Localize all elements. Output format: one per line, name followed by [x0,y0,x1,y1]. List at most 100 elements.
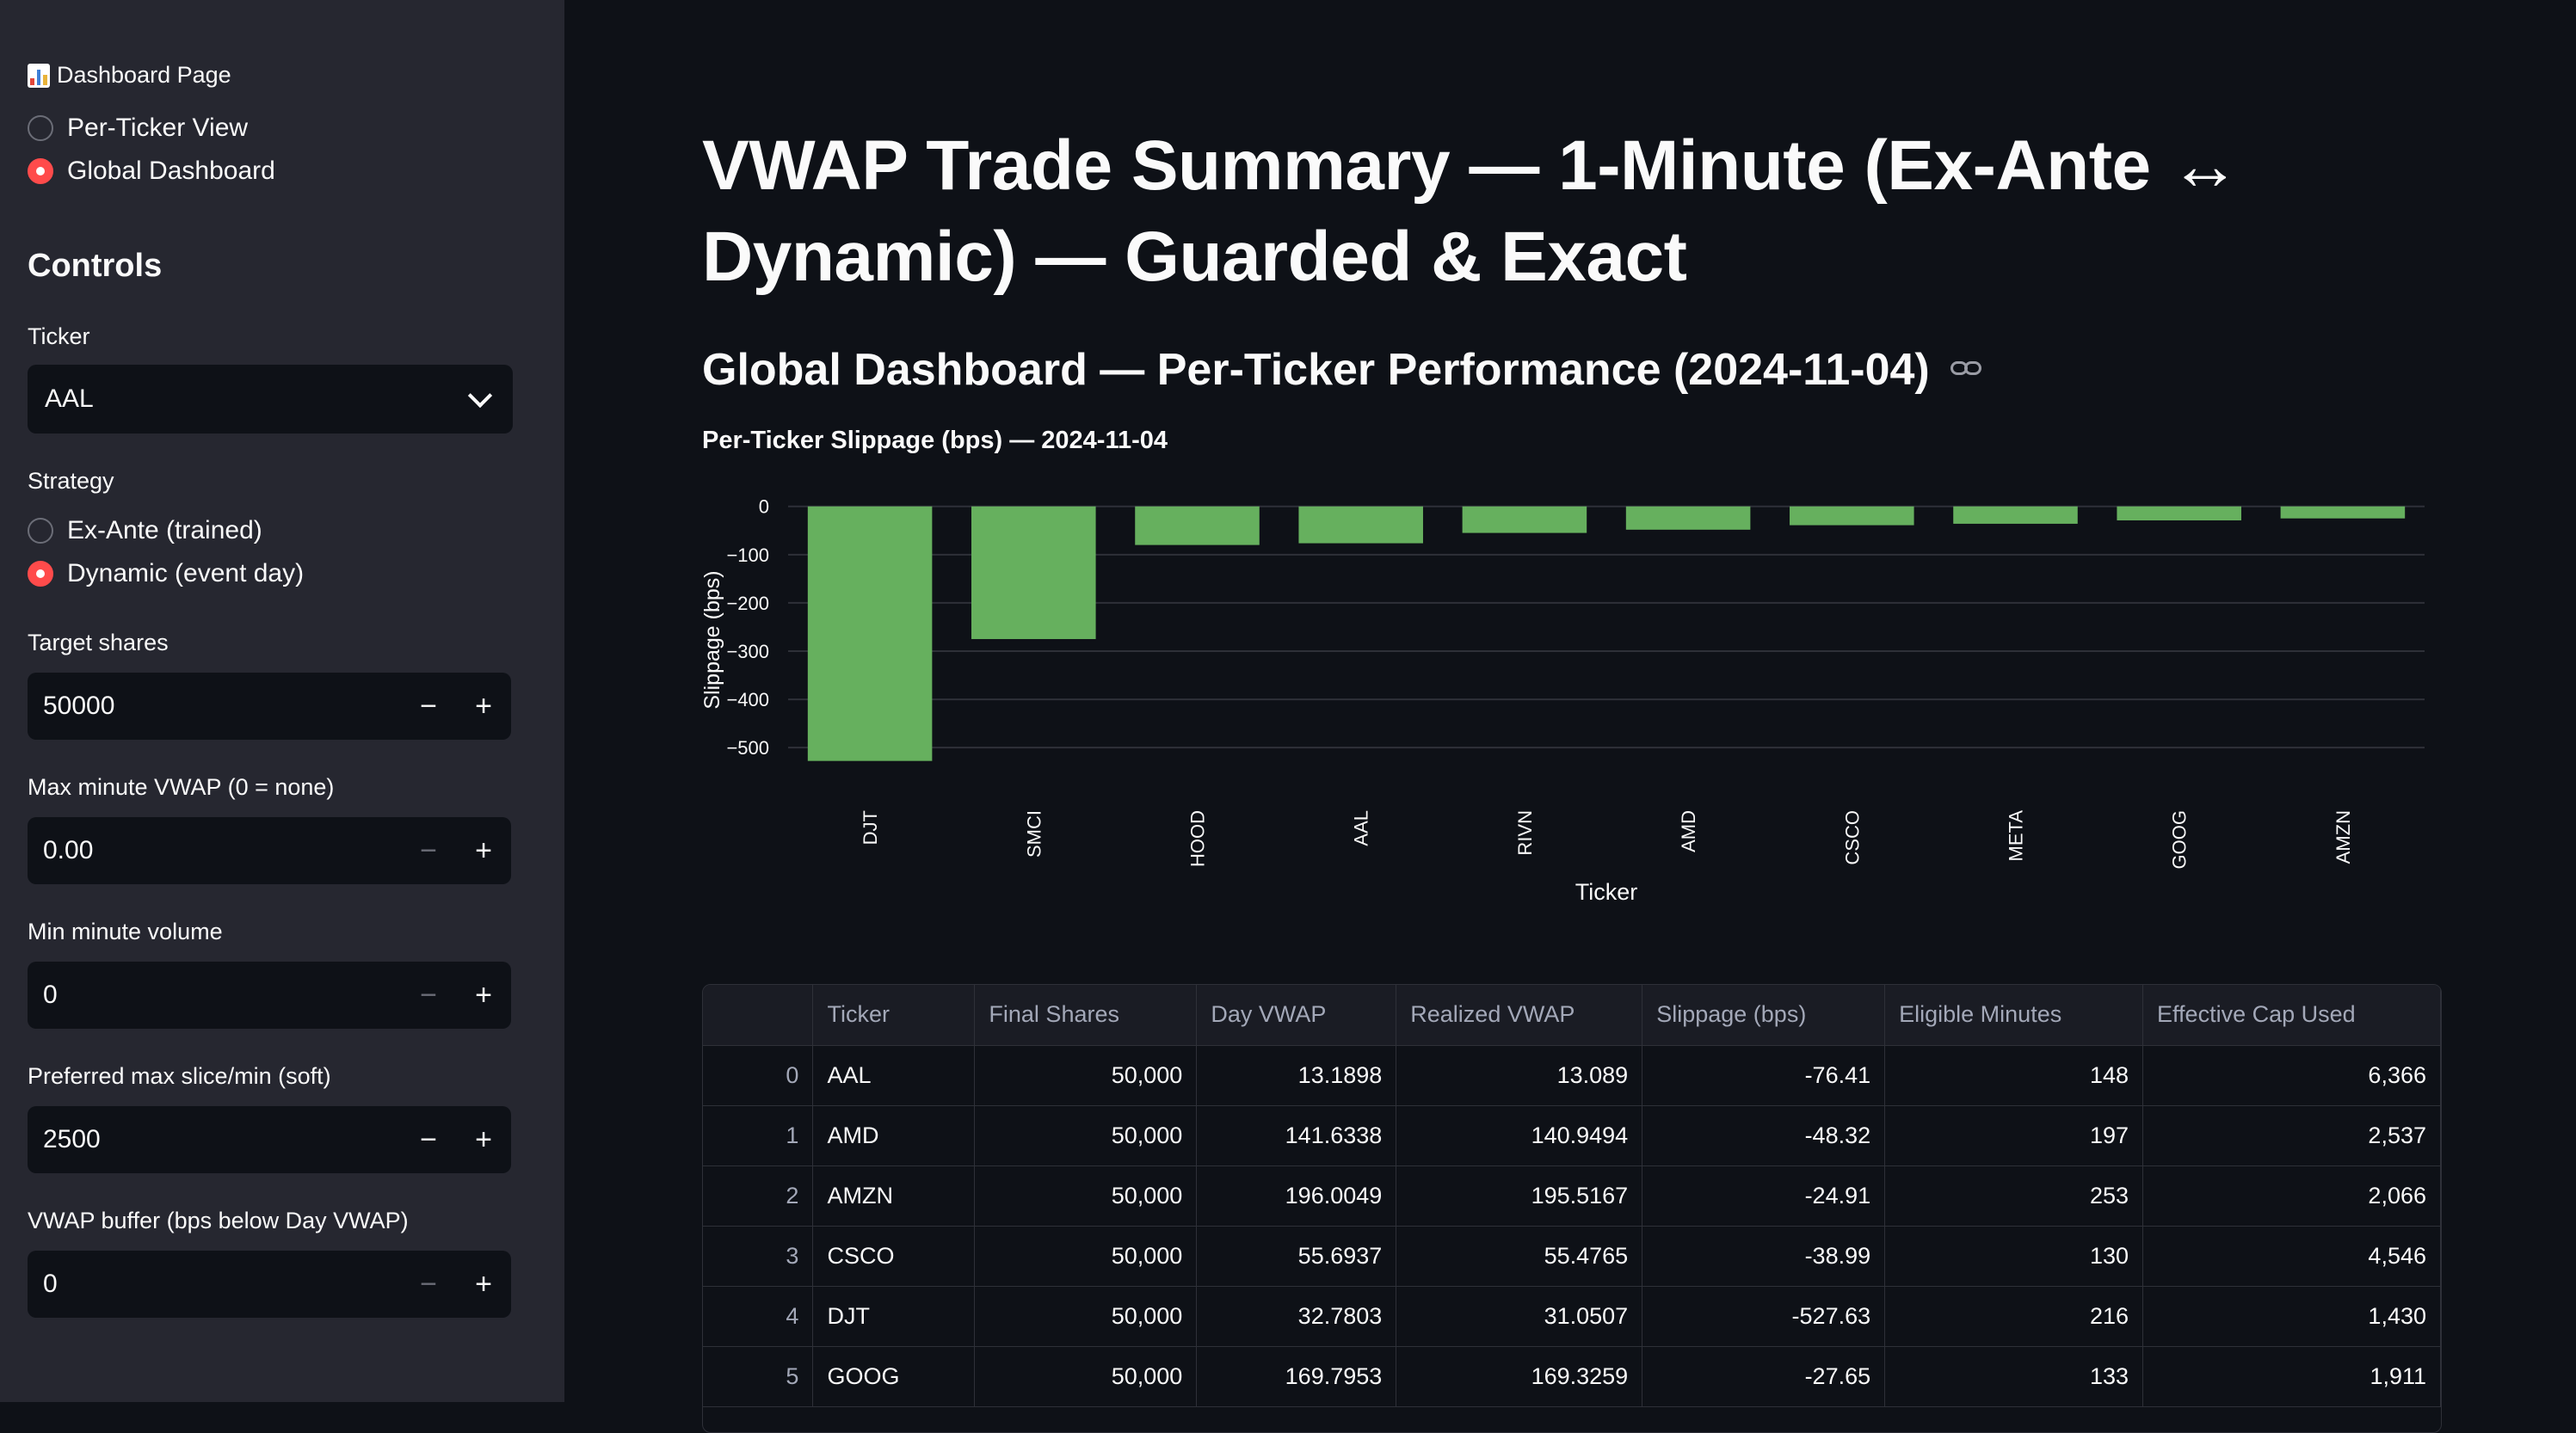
ticker-select[interactable]: AAL [28,365,513,434]
bar-amzn [2280,506,2406,519]
decrement-button[interactable]: − [401,817,456,884]
slippage-bar-chart: 0 −100 −200 −300 −400 −500 DJT SMCI HOOD AAL RIVN A… [700,496,2425,905]
target-shares-value[interactable]: 50000 [28,692,401,721]
table-cell: 32.7803 [1196,1286,1397,1347]
table-cell: 148 [1884,1045,2144,1106]
column-header[interactable]: Day VWAP [1196,985,1397,1046]
max-slice-input[interactable]: 2500 − + [28,1106,511,1173]
decrement-button[interactable]: − [401,1251,456,1318]
decrement-button[interactable]: − [401,962,456,1029]
table-cell: 2,066 [2142,1165,2441,1227]
min-volume-value[interactable]: 0 [28,981,401,1010]
bar-smci [971,506,1096,639]
table-cell: 169.7953 [1196,1346,1397,1407]
row-index: 0 [703,1045,814,1106]
table-row[interactable]: 0 AAL 50,000 13.1898 13.089 -76.41 148 6,366 [703,1045,2441,1106]
decrement-button[interactable]: − [401,673,456,740]
table-cell: 195.5167 [1396,1165,1643,1227]
bar-djt [807,506,933,761]
y-tick-label: 0 [759,496,769,518]
decrement-button[interactable]: − [401,1106,456,1173]
max-vwap-input[interactable]: 0.00 − + [28,817,511,884]
table-cell: 133 [1884,1346,2144,1407]
table-header-row: Ticker Final Shares Day VWAP Realized VWAP S… [703,985,2441,1046]
table-cell: 4,546 [2142,1226,2441,1287]
strategy-label: Strategy [28,468,114,494]
row-index: 2 [703,1165,814,1227]
table-row[interactable]: 4 DJT 50,000 32.7803 31.0507 -527.63 216 1,430 [703,1286,2441,1347]
max-vwap-label: Max minute VWAP (0 = none) [28,774,335,800]
max-slice-value[interactable]: 2500 [28,1125,401,1154]
radio-ex-ante[interactable]: Ex-Ante (trained) [28,516,262,545]
bar-aal [1298,506,1423,544]
column-header[interactable] [703,985,814,1046]
increment-button[interactable]: + [456,1251,511,1318]
column-header[interactable]: Eligible Minutes [1884,985,2144,1046]
x-tick-label: DJT [860,810,881,845]
ticker-label: Ticker [28,323,90,349]
radio-checked-icon [28,561,53,587]
row-index: 1 [703,1105,814,1166]
table-cell: 197 [1884,1105,2144,1166]
table-row[interactable]: 1 AMD 50,000 141.6338 140.9494 -48.32 197 2,537 [703,1105,2441,1166]
table-cell: 50,000 [974,1045,1198,1106]
bar-hood [1135,506,1260,545]
table-row[interactable]: 3 CSCO 50,000 55.6937 55.4765 -38.99 130 4,546 [703,1226,2441,1287]
table-cell: AMZN [812,1165,976,1227]
main-content: VWAP Trade Summary — 1-Minute (Ex-Ante ↔… [564,0,2576,1433]
x-tick-label: META [2006,810,2027,862]
target-shares-input[interactable]: 50000 − + [28,673,511,740]
table-cell: -48.32 [1642,1105,1886,1166]
table-cell: -527.63 [1642,1286,1886,1347]
x-axis-title: Ticker [1575,879,1638,905]
vwap-buffer-input[interactable]: 0 − + [28,1251,511,1318]
table-cell: CSCO [812,1226,976,1287]
increment-button[interactable]: + [456,1106,511,1173]
results-table[interactable]: Ticker Final Shares Day VWAP Realized VWAP S… [702,984,2442,1433]
bar-meta [1953,506,2078,524]
column-header[interactable]: Final Shares [974,985,1198,1046]
table-cell: 1,911 [2142,1346,2441,1407]
increment-button[interactable]: + [456,962,511,1029]
vwap-buffer-value[interactable]: 0 [28,1270,401,1299]
bar-amd [1625,506,1751,530]
link-icon[interactable] [1950,361,1983,378]
section-heading: Global Dashboard — Per-Ticker Performanc… [702,344,1983,396]
max-vwap-value[interactable]: 0.00 [28,836,401,865]
table-cell: 50,000 [974,1346,1198,1407]
bar-csco [1790,506,1914,526]
table-cell: 1,430 [2142,1286,2441,1347]
table-cell: DJT [812,1286,976,1347]
y-tick-label: −100 [726,544,769,566]
radio-unchecked-icon [28,518,53,544]
increment-button[interactable]: + [456,673,511,740]
table-row[interactable]: 5 GOOG 50,000 169.7953 169.3259 -27.65 133 1,91… [703,1346,2441,1407]
column-header[interactable]: Realized VWAP [1396,985,1643,1046]
sidebar: Dashboard Page Per-Ticker View Global Da… [0,0,564,1402]
table-cell: 50,000 [974,1286,1198,1347]
increment-button[interactable]: + [456,817,511,884]
controls-heading: Controls [28,248,163,284]
table-cell: 140.9494 [1396,1105,1643,1166]
x-tick-label: SMCI [1023,810,1045,858]
column-header[interactable]: Slippage (bps) [1642,985,1886,1046]
radio-per-ticker-view[interactable]: Per-Ticker View [28,114,248,143]
table-cell: 141.6338 [1196,1105,1397,1166]
column-header[interactable]: Ticker [812,985,976,1046]
table-cell: 2,537 [2142,1105,2441,1166]
x-tick-label: CSCO [1841,810,1863,865]
min-volume-input[interactable]: 0 − + [28,962,511,1029]
ticker-select-value: AAL [45,384,94,413]
min-volume-label: Min minute volume [28,919,223,944]
y-tick-label: −500 [726,737,769,759]
table-row[interactable]: 2 AMZN 50,000 196.0049 195.5167 -24.91 253 2,06… [703,1165,2441,1227]
table-cell: AMD [812,1105,976,1166]
page-nav-label-text: Dashboard Page [57,62,231,88]
column-header[interactable]: Effective Cap Used [2142,985,2441,1046]
radio-global-dashboard[interactable]: Global Dashboard [28,157,275,186]
table-cell: 31.0507 [1396,1286,1643,1347]
radio-label: Global Dashboard [67,157,275,185]
radio-dynamic[interactable]: Dynamic (event day) [28,559,304,588]
row-index: 5 [703,1346,814,1407]
table-cell: 55.4765 [1396,1226,1643,1287]
